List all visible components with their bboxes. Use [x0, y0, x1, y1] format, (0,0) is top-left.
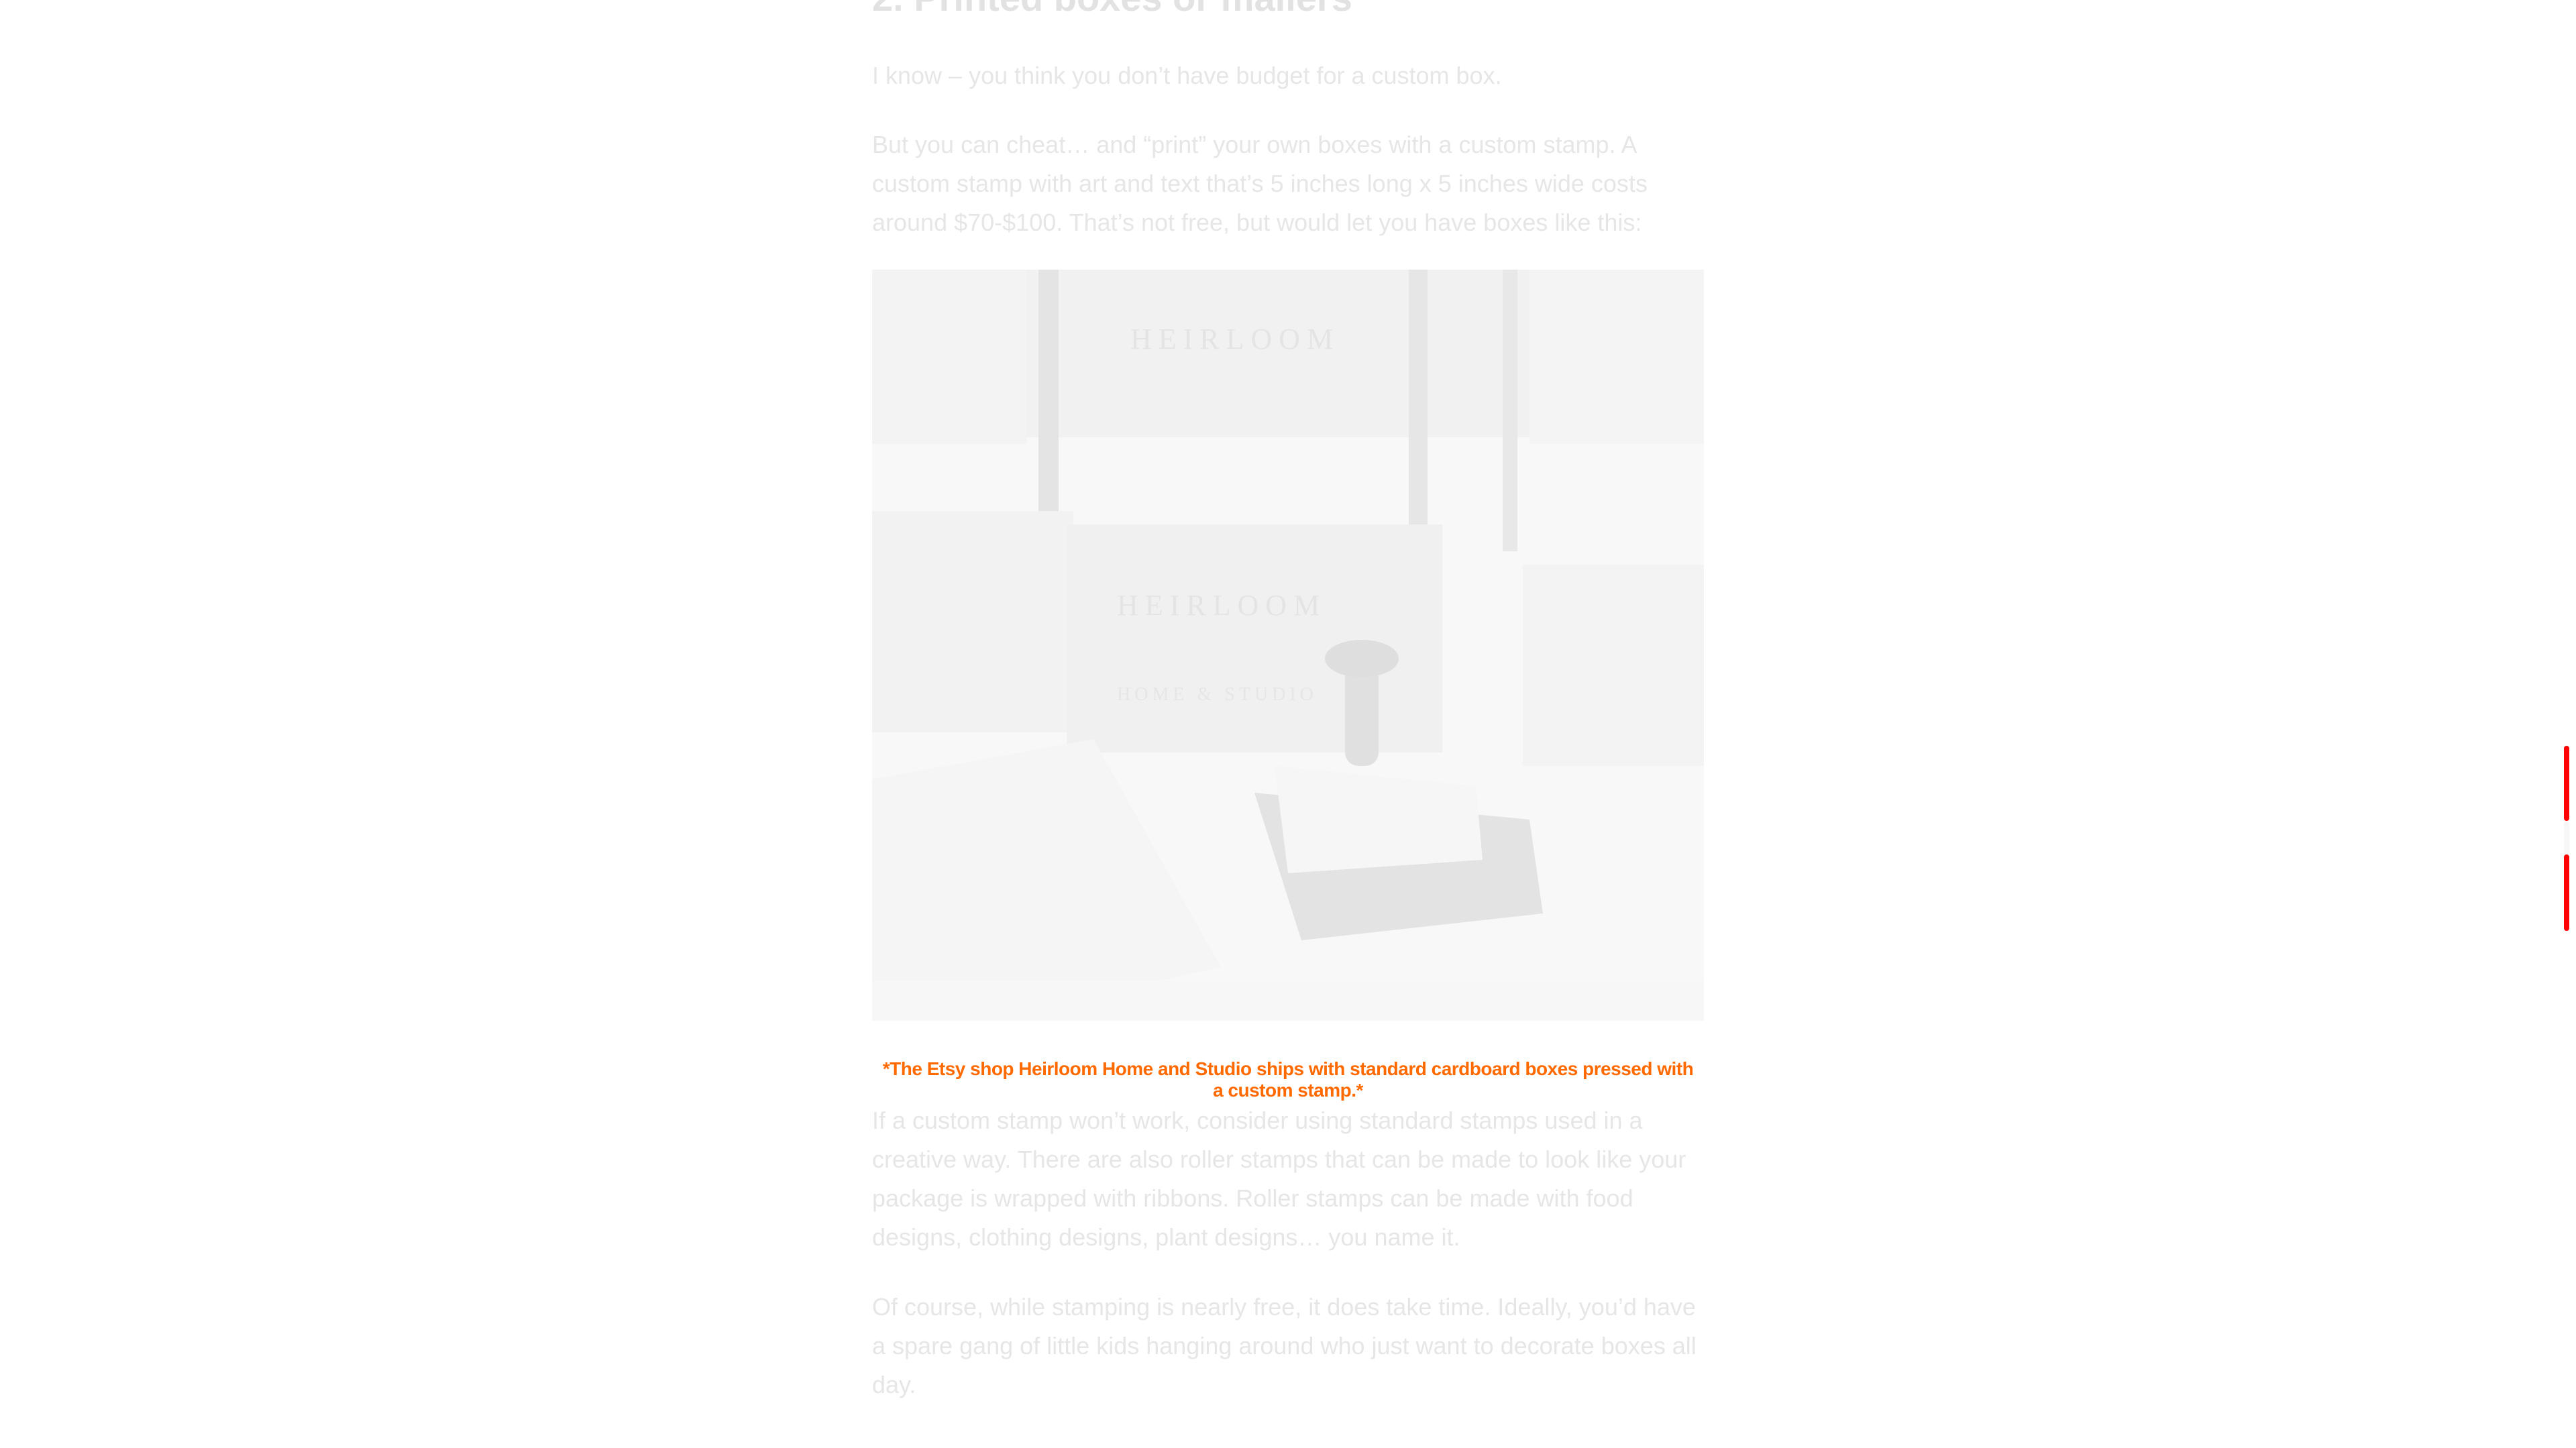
- paragraph-4: Of course, while stamping is nearly free…: [872, 1293, 1697, 1398]
- scroll-indicator-segment-top[interactable]: [2564, 746, 2569, 821]
- photo-illustration: [872, 270, 1704, 1021]
- stamped-boxes-photo: HEIRLOOM HEIRLOOM HOME & STUDIO: [872, 270, 1704, 1021]
- paragraph-1: I know – you think you don’t have budget…: [872, 62, 1502, 89]
- box-brand-label-1: HEIRLOOM: [1130, 323, 1340, 355]
- paragraph-3: If a custom stamp won’t work, consider u…: [872, 1107, 1686, 1251]
- scroll-indicator-gap: [2564, 821, 2569, 854]
- box-brand-label-2: HEIRLOOM: [1117, 589, 1327, 622]
- paragraph-2: But you can cheat… and “print” your own …: [872, 131, 1648, 236]
- box-sub-label: HOME & STUDIO: [1117, 684, 1318, 705]
- scroll-position-indicator[interactable]: [2564, 746, 2569, 931]
- scroll-indicator-segment-bottom[interactable]: [2564, 854, 2569, 931]
- photo-caption: *The Etsy shop Heirloom Home and Studio …: [882, 1058, 1694, 1101]
- section-heading: 2. Printed boxes or mailers: [872, 0, 1352, 19]
